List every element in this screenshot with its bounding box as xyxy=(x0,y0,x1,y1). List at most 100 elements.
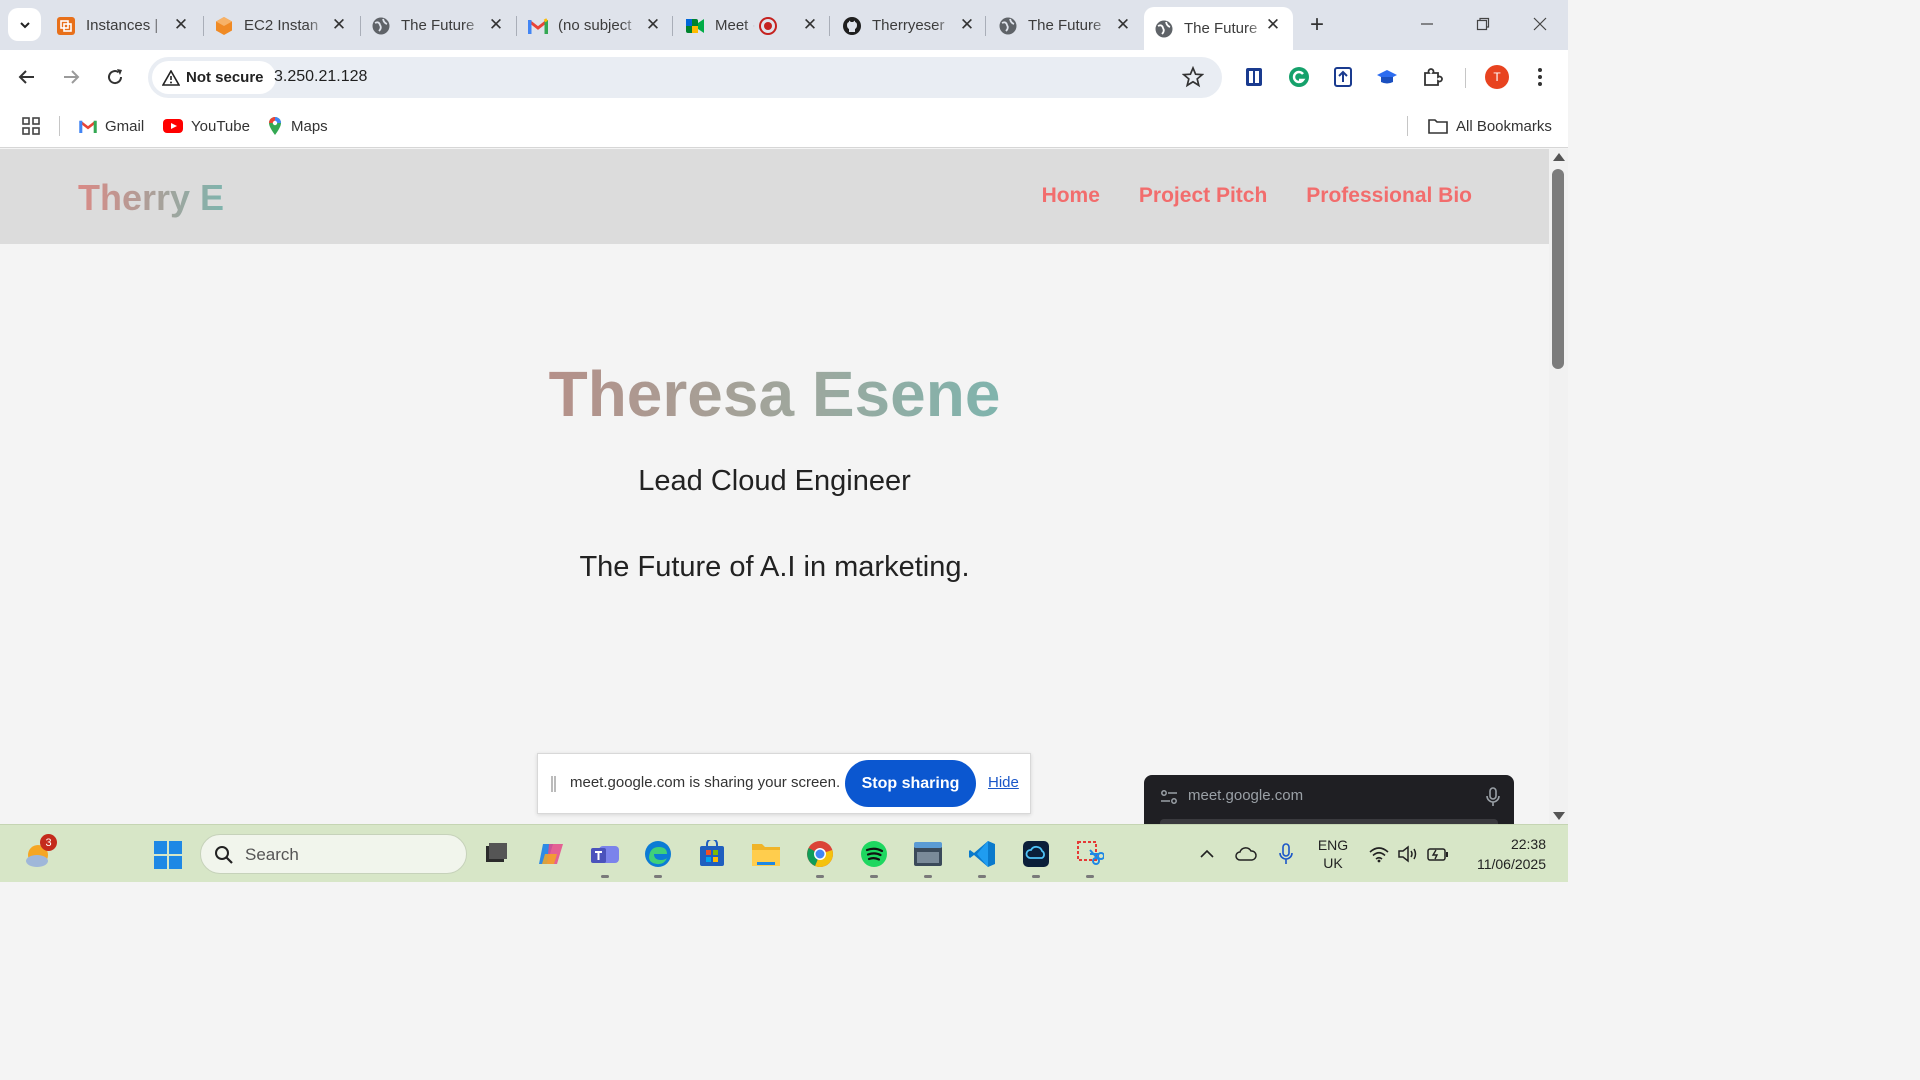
edge-icon[interactable] xyxy=(642,838,674,878)
microsoft-store-icon[interactable] xyxy=(696,838,728,870)
volume-icon[interactable] xyxy=(1397,843,1419,865)
warning-icon xyxy=(162,69,180,86)
puzzle-extensions-icon[interactable] xyxy=(1420,65,1444,89)
task-view-icon[interactable] xyxy=(480,838,512,870)
terminal-window-icon[interactable] xyxy=(912,838,944,878)
meet-pip-window[interactable]: meet.google.com xyxy=(1144,775,1514,825)
tab-divider xyxy=(672,16,673,36)
scrollbar-thumb[interactable] xyxy=(1552,169,1564,369)
bookmark-youtube[interactable]: YouTube xyxy=(163,114,250,138)
apps-grid-icon[interactable] xyxy=(22,114,40,138)
bookmark-star-icon[interactable] xyxy=(1182,66,1204,88)
copilot-icon[interactable] xyxy=(535,838,567,870)
tab-search-button[interactable] xyxy=(8,8,41,41)
profile-avatar[interactable]: T xyxy=(1485,65,1509,89)
nav-link-home[interactable]: Home xyxy=(1042,184,1100,208)
nav-link-professional-bio[interactable]: Professional Bio xyxy=(1306,184,1472,208)
chrome-icon[interactable] xyxy=(804,838,836,878)
windows-start-icon[interactable] xyxy=(153,840,183,870)
stop-sharing-button[interactable]: Stop sharing xyxy=(845,760,976,807)
graduation-cap-icon[interactable] xyxy=(1375,65,1399,89)
drag-handle[interactable] xyxy=(551,776,556,792)
nav-link-project-pitch[interactable]: Project Pitch xyxy=(1139,184,1267,208)
site-logo[interactable]: Therry E xyxy=(78,177,224,219)
microphone-icon[interactable] xyxy=(1275,843,1297,865)
hero-role: Lead Cloud Engineer xyxy=(638,465,911,497)
ec2-icon xyxy=(214,16,234,36)
web-page: Therry E Home Project Pitch Professional… xyxy=(0,149,1549,824)
scroll-down-arrow-icon[interactable] xyxy=(1553,812,1565,820)
minimize-button[interactable] xyxy=(1415,12,1439,36)
tab-title: EC2 Instan xyxy=(244,17,319,34)
security-label: Not secure xyxy=(186,69,264,86)
onedrive-icon[interactable] xyxy=(1235,843,1257,865)
bookmark-label: Maps xyxy=(291,117,328,135)
tab-title: Therryeser xyxy=(872,17,945,34)
battery-icon[interactable] xyxy=(1427,843,1449,865)
address-bar[interactable]: Not secure 3.250.21.128 xyxy=(148,57,1222,98)
close-icon[interactable]: ✕ xyxy=(329,15,349,35)
site-info-chip[interactable]: Not secure xyxy=(152,61,276,94)
close-icon[interactable]: ✕ xyxy=(486,15,506,35)
language-region: UK xyxy=(1323,855,1343,871)
tab-the-future-1[interactable]: The Future ✕ xyxy=(371,7,516,44)
url-text[interactable]: 3.250.21.128 xyxy=(274,68,367,86)
snipping-tool-icon[interactable] xyxy=(1074,838,1106,878)
forward-button[interactable] xyxy=(57,63,85,91)
page-scrollbar[interactable] xyxy=(1549,149,1568,824)
cloud-app-icon[interactable] xyxy=(1020,838,1052,878)
search-icon xyxy=(214,845,234,870)
microphone-icon[interactable] xyxy=(1486,787,1500,812)
globe-icon xyxy=(371,16,391,36)
file-explorer-icon[interactable] xyxy=(750,838,782,870)
grammarly-icon[interactable] xyxy=(1287,65,1311,89)
close-icon[interactable]: ✕ xyxy=(171,15,191,35)
back-button[interactable] xyxy=(13,63,41,91)
all-bookmarks-button[interactable]: All Bookmarks xyxy=(1428,114,1552,138)
close-icon[interactable]: ✕ xyxy=(643,15,663,35)
site-header: Therry E Home Project Pitch Professional… xyxy=(0,149,1549,244)
tab-github[interactable]: Therryeser ✕ xyxy=(842,7,987,44)
reload-button[interactable] xyxy=(101,63,129,91)
tab-title: Meet - xyxy=(715,17,755,34)
tab-the-future-2[interactable]: The Future ✕ xyxy=(998,7,1143,44)
spotify-icon[interactable] xyxy=(858,838,890,878)
close-icon[interactable]: ✕ xyxy=(1263,15,1283,35)
share-message: meet.google.com is sharing your screen. xyxy=(570,774,841,791)
hide-link[interactable]: Hide xyxy=(988,774,1019,791)
close-icon[interactable]: ✕ xyxy=(1113,15,1133,35)
tab-instances[interactable]: Instances | ✕ xyxy=(56,7,201,44)
tab-the-future-active[interactable]: The Future ✕ xyxy=(1144,7,1293,50)
restore-button[interactable] xyxy=(1471,12,1495,36)
new-tab-button[interactable]: + xyxy=(1305,13,1329,37)
reader-extension-icon[interactable] xyxy=(1242,65,1266,89)
teams-icon[interactable] xyxy=(589,838,621,878)
taskbar-search[interactable]: Search xyxy=(200,834,467,874)
bookmark-gmail[interactable]: Gmail xyxy=(79,114,144,138)
close-window-button[interactable] xyxy=(1528,12,1552,36)
tab-divider xyxy=(203,16,204,36)
recording-icon xyxy=(759,16,777,35)
more-options-icon[interactable] xyxy=(1530,65,1550,89)
close-icon[interactable]: ✕ xyxy=(957,15,977,35)
bookmark-maps[interactable]: Maps xyxy=(267,114,328,138)
system-clock[interactable]: 22:38 11/06/2025 xyxy=(1462,834,1546,874)
tune-icon[interactable] xyxy=(1160,788,1178,811)
browser-toolbar: Not secure 3.250.21.128 T xyxy=(0,50,1568,104)
language-code: ENG xyxy=(1317,837,1349,853)
tab-meet[interactable]: Meet - ✕ xyxy=(685,7,830,44)
chevron-up-icon[interactable] xyxy=(1196,843,1218,865)
vscode-icon[interactable] xyxy=(966,838,998,878)
screen-share-bar: meet.google.com is sharing your screen. … xyxy=(537,753,1031,814)
scroll-up-arrow-icon[interactable] xyxy=(1553,153,1565,161)
upload-extension-icon[interactable] xyxy=(1331,65,1355,89)
tab-ec2[interactable]: EC2 Instan ✕ xyxy=(214,7,359,44)
close-icon[interactable]: ✕ xyxy=(800,15,820,35)
tab-gmail[interactable]: (no subject ✕ xyxy=(528,7,673,44)
bookmark-label: Gmail xyxy=(105,117,145,135)
bookmarks-divider xyxy=(59,116,60,136)
arrow-right-icon xyxy=(64,70,80,84)
youtube-icon xyxy=(163,119,183,133)
wifi-icon[interactable] xyxy=(1368,843,1390,865)
language-indicator[interactable]: ENG UK xyxy=(1316,836,1350,872)
